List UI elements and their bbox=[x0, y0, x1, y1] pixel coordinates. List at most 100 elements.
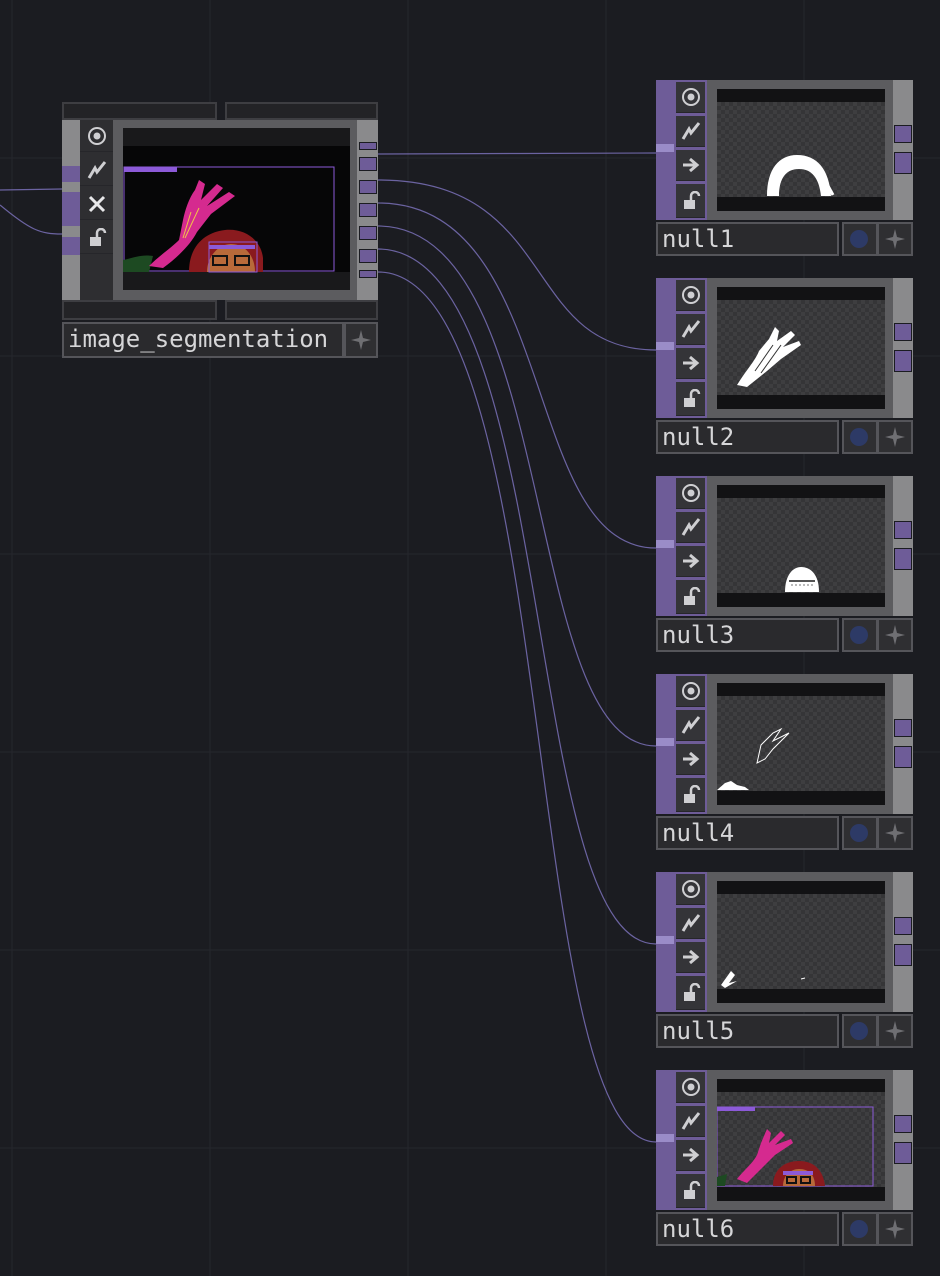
input-port[interactable] bbox=[656, 342, 674, 350]
output-strip bbox=[893, 278, 913, 418]
display-flag[interactable] bbox=[842, 816, 878, 850]
output-port-1[interactable] bbox=[894, 917, 912, 935]
null-node-null2[interactable]: null2 bbox=[656, 278, 913, 454]
cook-icon[interactable] bbox=[676, 710, 705, 741]
lock-icon[interactable] bbox=[676, 976, 705, 1010]
source-node-flag[interactable] bbox=[344, 322, 378, 358]
display-flag[interactable] bbox=[842, 222, 878, 256]
source-node-name[interactable]: image_segmentation bbox=[62, 322, 344, 358]
export-arrow-icon[interactable] bbox=[676, 150, 705, 181]
null-node-name[interactable]: null5 bbox=[656, 1014, 839, 1048]
null-node-null4[interactable]: null4 bbox=[656, 674, 913, 850]
output-port-2[interactable] bbox=[894, 746, 912, 768]
output-port-1[interactable] bbox=[894, 1115, 912, 1133]
export-arrow-icon[interactable] bbox=[676, 744, 705, 775]
lock-icon[interactable] bbox=[676, 184, 705, 218]
output-port-1[interactable] bbox=[894, 125, 912, 143]
render-flag[interactable] bbox=[877, 1014, 913, 1048]
null-node-null6[interactable]: null6 bbox=[656, 1070, 913, 1246]
input-port[interactable] bbox=[656, 540, 674, 548]
display-flag[interactable] bbox=[842, 618, 878, 652]
viewer-icon[interactable] bbox=[676, 82, 705, 113]
null-viewer[interactable] bbox=[707, 872, 893, 1012]
node-icon-column bbox=[80, 120, 113, 300]
null-preview-image bbox=[717, 89, 885, 211]
null-preview-image bbox=[717, 881, 885, 1003]
output-port-6[interactable] bbox=[359, 249, 377, 263]
output-port-4[interactable] bbox=[359, 203, 377, 217]
render-flag[interactable] bbox=[877, 618, 913, 652]
output-port-7[interactable] bbox=[359, 270, 377, 278]
hand-mask-preview bbox=[737, 327, 801, 387]
null-viewer[interactable] bbox=[707, 80, 893, 220]
cook-icon[interactable] bbox=[676, 116, 705, 147]
display-dot-icon bbox=[850, 626, 868, 644]
output-port-2[interactable] bbox=[359, 157, 377, 171]
output-port-5[interactable] bbox=[359, 226, 377, 240]
null-node-name[interactable]: null6 bbox=[656, 1212, 839, 1246]
lock-icon[interactable] bbox=[676, 580, 705, 614]
null-node-name[interactable]: null2 bbox=[656, 420, 839, 454]
input-port-2[interactable] bbox=[62, 192, 80, 226]
viewer-icon[interactable] bbox=[676, 280, 705, 311]
output-port-1[interactable] bbox=[359, 142, 377, 150]
cook-icon[interactable] bbox=[676, 1106, 705, 1137]
render-flag[interactable] bbox=[877, 420, 913, 454]
output-port-2[interactable] bbox=[894, 944, 912, 966]
cook-icon[interactable] bbox=[676, 908, 705, 939]
output-port-2[interactable] bbox=[894, 1142, 912, 1164]
input-port[interactable] bbox=[656, 936, 674, 944]
image-segmentation-node[interactable]: image_segmentation bbox=[62, 102, 378, 358]
viewer-icon[interactable] bbox=[676, 874, 705, 905]
input-port-3[interactable] bbox=[62, 237, 80, 255]
viewer-icon[interactable] bbox=[80, 120, 113, 152]
null-node-name[interactable]: null3 bbox=[656, 618, 839, 652]
sparkle-icon bbox=[879, 1016, 911, 1046]
render-flag[interactable] bbox=[877, 1212, 913, 1246]
render-flag[interactable] bbox=[877, 222, 913, 256]
null-viewer[interactable] bbox=[707, 278, 893, 418]
null-node-null5[interactable]: null5 bbox=[656, 872, 913, 1048]
null-viewer[interactable] bbox=[707, 674, 893, 814]
null-node-null3[interactable]: null3 bbox=[656, 476, 913, 652]
output-strip bbox=[893, 1070, 913, 1210]
input-port[interactable] bbox=[656, 738, 674, 746]
viewer-icon[interactable] bbox=[676, 478, 705, 509]
cook-icon[interactable] bbox=[676, 314, 705, 345]
source-viewer[interactable] bbox=[113, 120, 357, 300]
output-port-3[interactable] bbox=[359, 180, 377, 194]
viewer-icon[interactable] bbox=[676, 676, 705, 707]
input-port-1[interactable] bbox=[62, 166, 80, 182]
viewer-icon[interactable] bbox=[676, 1072, 705, 1103]
output-port-2[interactable] bbox=[894, 548, 912, 570]
null-node-name[interactable]: null4 bbox=[656, 816, 839, 850]
input-port[interactable] bbox=[656, 144, 674, 152]
display-flag[interactable] bbox=[842, 1014, 878, 1048]
export-arrow-icon[interactable] bbox=[676, 348, 705, 379]
null-node-name[interactable]: null1 bbox=[656, 222, 839, 256]
output-strip bbox=[893, 872, 913, 1012]
lock-icon[interactable] bbox=[676, 778, 705, 812]
output-port-2[interactable] bbox=[894, 152, 912, 174]
output-port-1[interactable] bbox=[894, 323, 912, 341]
null-viewer[interactable] bbox=[707, 1070, 893, 1210]
cook-icon[interactable] bbox=[676, 512, 705, 543]
null-node-null1[interactable]: null1 bbox=[656, 80, 913, 256]
output-port-2[interactable] bbox=[894, 350, 912, 372]
lock-icon[interactable] bbox=[80, 222, 113, 254]
export-arrow-icon[interactable] bbox=[676, 546, 705, 577]
export-arrow-icon[interactable] bbox=[676, 942, 705, 973]
display-flag[interactable] bbox=[842, 1212, 878, 1246]
output-port-1[interactable] bbox=[894, 719, 912, 737]
render-flag[interactable] bbox=[877, 816, 913, 850]
export-arrow-icon[interactable] bbox=[676, 1140, 705, 1171]
lock-icon[interactable] bbox=[676, 382, 705, 416]
output-port-1[interactable] bbox=[894, 521, 912, 539]
display-dot-icon bbox=[850, 1022, 868, 1040]
input-port[interactable] bbox=[656, 1134, 674, 1142]
null-viewer[interactable] bbox=[707, 476, 893, 616]
lock-icon[interactable] bbox=[676, 1174, 705, 1208]
cook-icon[interactable] bbox=[80, 154, 113, 186]
display-flag[interactable] bbox=[842, 420, 878, 454]
bypass-icon[interactable] bbox=[80, 188, 113, 220]
